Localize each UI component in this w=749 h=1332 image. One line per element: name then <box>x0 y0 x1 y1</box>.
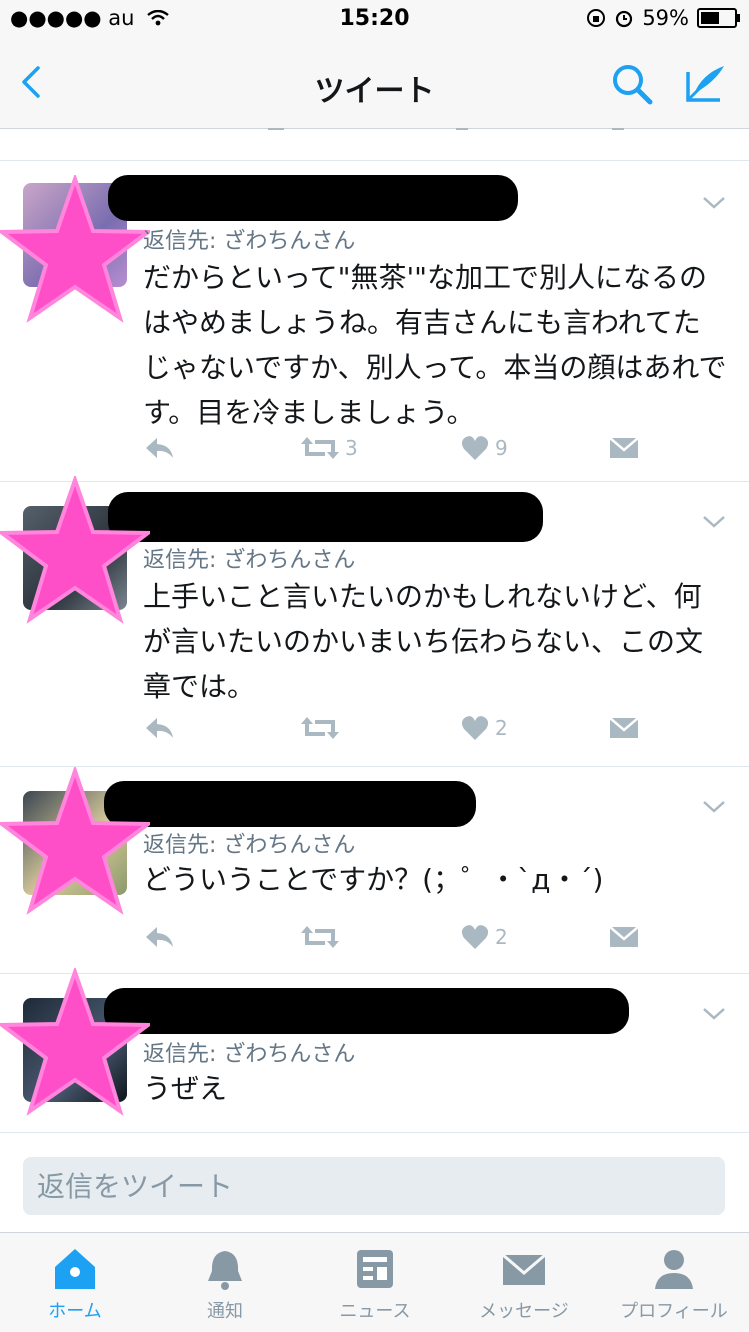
pink-star-sticker <box>0 968 150 1116</box>
redacted-username <box>108 492 543 542</box>
redacted-username <box>104 988 629 1034</box>
person-icon <box>655 1250 693 1289</box>
reply-to-label: 返信先: ざわちんさん <box>143 833 356 858</box>
home-icon <box>55 1249 95 1289</box>
news-icon <box>357 1250 393 1288</box>
alarm-icon <box>616 10 633 28</box>
chevron-down-icon[interactable] <box>701 799 727 815</box>
tweet-text: どういうことですか？(；゜・`д・´) <box>143 863 604 896</box>
tab-label: プロフィール <box>620 1301 728 1322</box>
reply-bar <box>0 1132 749 1233</box>
tab-notifications[interactable]: 通知 <box>150 1233 300 1332</box>
retweet-button[interactable]: 3 <box>301 431 358 465</box>
chevron-down-icon[interactable] <box>701 514 727 530</box>
retweet-count: 3 <box>345 436 358 460</box>
previous-tweet-partial <box>0 128 749 161</box>
reply-icon <box>146 438 173 458</box>
redacted-username <box>104 781 476 827</box>
battery-icon <box>697 8 740 28</box>
envelope-icon <box>609 926 639 947</box>
pink-star-sticker <box>0 767 150 915</box>
compose-tweet-icon[interactable] <box>680 58 730 108</box>
tweet-actions: 2 <box>143 920 663 954</box>
tweet-actions: 3 9 <box>143 431 663 465</box>
nav-bar: ツイート <box>0 40 749 129</box>
reply-button[interactable] <box>143 920 175 954</box>
dm-button[interactable] <box>609 711 639 745</box>
tweet[interactable]: 返信先: ざわちんさん どういうことですか？(；゜・`д・´) 2 <box>0 767 749 974</box>
tweet[interactable]: 返信先: ざわちんさん うぜえ <box>0 968 749 1132</box>
like-button[interactable]: 2 <box>461 711 508 745</box>
envelope-icon <box>609 437 639 458</box>
tab-label: メッセージ <box>479 1301 569 1322</box>
reply-icon <box>146 927 173 947</box>
tweet-text: 上手いこと言いたいのかもしれないけど、何が言いたいのかいまいち伝わらない、この文… <box>143 580 704 703</box>
reply-to-label: 返信先: ざわちんさん <box>143 1042 356 1067</box>
status-right: 59% <box>586 6 740 30</box>
rotation-lock-icon <box>587 9 606 27</box>
tab-label: 通知 <box>207 1301 243 1322</box>
like-count: 9 <box>495 436 508 460</box>
redacted-username <box>108 175 518 221</box>
tweet-actions: 2 <box>143 711 663 745</box>
tab-news[interactable]: ニュース <box>300 1233 450 1332</box>
retweet-button[interactable] <box>301 920 345 954</box>
pink-star-sticker <box>0 476 150 624</box>
heart-icon <box>461 716 489 740</box>
retweet-icon <box>301 926 339 948</box>
partial-action-icons <box>268 128 624 130</box>
reply-to-label: 返信先: ざわちんさん <box>143 548 356 573</box>
reply-to-label: 返信先: ざわちんさん <box>143 229 356 254</box>
tweet-feed[interactable]: 返信先: ざわちんさん だからといって"無茶'"な加工で別人になるのはやめましょ… <box>0 128 749 1132</box>
chevron-down-icon[interactable] <box>701 195 727 211</box>
tweet-text: だからといって"無茶'"な加工で別人になるのはやめましょうね。有吉さんにも言われ… <box>143 261 727 429</box>
tab-messages[interactable]: メッセージ <box>449 1233 599 1332</box>
bell-icon <box>208 1251 242 1290</box>
tab-label: ホーム <box>48 1301 102 1322</box>
retweet-icon <box>301 437 339 459</box>
chevron-down-icon[interactable] <box>701 1006 727 1022</box>
like-button[interactable]: 9 <box>461 431 508 465</box>
battery-percent: 59% <box>642 6 689 30</box>
retweet-button[interactable] <box>301 711 345 745</box>
pink-star-sticker <box>0 175 150 323</box>
reply-input[interactable] <box>23 1157 725 1215</box>
tab-label: ニュース <box>339 1301 411 1322</box>
like-count: 2 <box>495 716 508 740</box>
envelope-icon <box>502 1253 546 1285</box>
tweet[interactable]: 返信先: ざわちんさん 上手いこと言いたいのかもしれないけど、何が言いたいのかい… <box>0 476 749 767</box>
heart-icon <box>461 436 489 460</box>
reply-icon <box>146 718 173 738</box>
reply-button[interactable] <box>143 431 175 465</box>
tweet[interactable]: 返信先: ざわちんさん だからといって"無茶'"な加工で別人になるのはやめましょ… <box>0 161 749 482</box>
status-bar: ●●●●● au 15:20 59% <box>0 0 749 40</box>
heart-icon <box>461 925 489 949</box>
tweet-text: うぜえ <box>143 1072 228 1105</box>
search-icon[interactable] <box>608 60 656 108</box>
tab-profile[interactable]: プロフィール <box>599 1233 749 1332</box>
like-count: 2 <box>495 925 508 949</box>
retweet-icon <box>301 717 339 739</box>
dm-button[interactable] <box>609 431 639 465</box>
dm-button[interactable] <box>609 920 639 954</box>
tab-bar: ホーム 通知 ニュース メッセージ プロフィール <box>0 1232 749 1332</box>
tab-home[interactable]: ホーム <box>0 1233 150 1332</box>
envelope-icon <box>609 717 639 738</box>
like-button[interactable]: 2 <box>461 920 508 954</box>
reply-button[interactable] <box>143 711 175 745</box>
